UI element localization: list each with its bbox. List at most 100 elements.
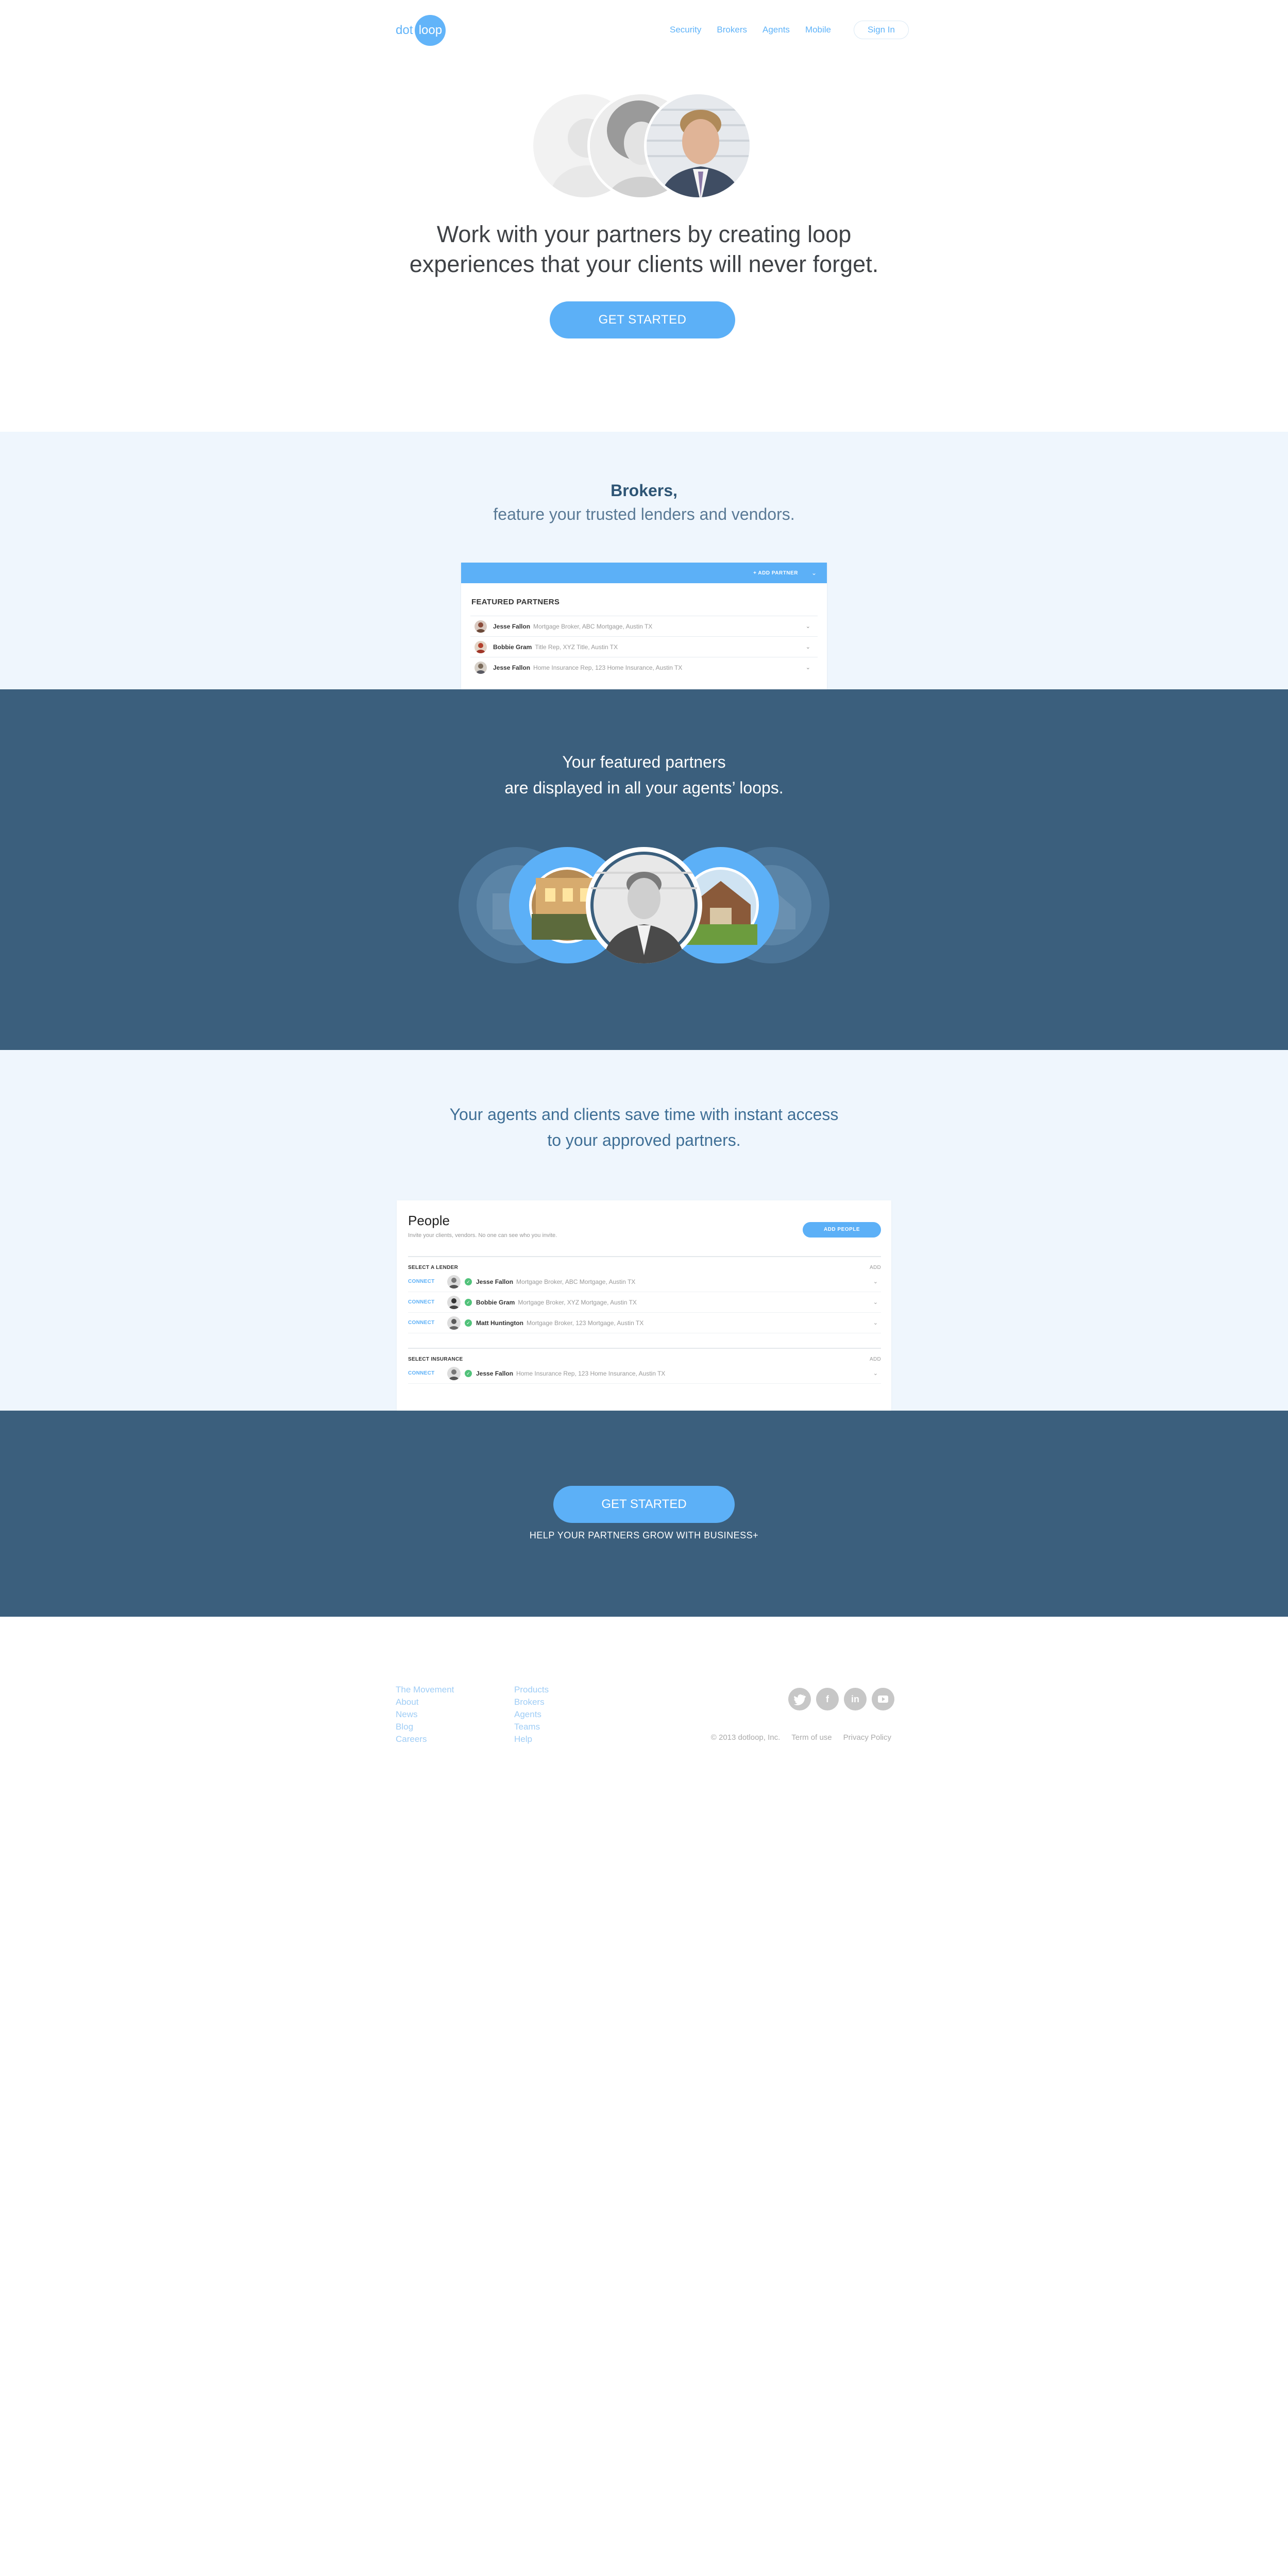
logo-dot-text: dot — [396, 23, 413, 37]
list-item: CONNECT ✓ Jesse Fallon Mortgage Broker, … — [408, 1272, 881, 1292]
nav-security[interactable]: Security — [670, 21, 701, 39]
avatar — [474, 661, 487, 674]
footer-link-news[interactable]: News — [396, 1708, 454, 1721]
connect-link[interactable]: CONNECT — [408, 1299, 447, 1305]
connect-link[interactable]: CONNECT — [408, 1320, 447, 1326]
partner-description: Mortgage Broker, ABC Mortgage, Austin TX — [533, 622, 653, 630]
featured-line-1: Your featured partners — [562, 753, 726, 771]
list-item[interactable]: Bobbie Gram Title Rep, XYZ Title, Austin… — [470, 636, 818, 657]
footer-link-help[interactable]: Help — [514, 1733, 549, 1745]
check-icon: ✓ — [465, 1369, 472, 1377]
chevron-down-icon[interactable]: ⌄ — [873, 1278, 878, 1285]
chevron-down-icon[interactable]: ⌄ — [806, 643, 810, 650]
connect-link[interactable]: CONNECT — [408, 1279, 447, 1284]
sign-in-button[interactable]: Sign In — [854, 21, 909, 39]
group-label: SELECT A LENDER — [408, 1265, 459, 1270]
group-add-link[interactable]: ADD — [870, 1357, 881, 1362]
person-name: Jesse Fallon — [476, 1278, 514, 1285]
footer-link-blog[interactable]: Blog — [396, 1721, 454, 1733]
list-item[interactable]: Jesse Fallon Home Insurance Rep, 123 Hom… — [470, 657, 818, 677]
youtube-icon[interactable] — [872, 1688, 894, 1710]
footer-legal: © 2013 dotloop, Inc. Term of use Privacy… — [700, 1733, 891, 1742]
site-footer: The Movement About News Blog Careers Pro… — [0, 1617, 1288, 1771]
agents-text: Your agents and clients save time with i… — [0, 1101, 1288, 1153]
chevron-down-icon[interactable]: ⌄ — [806, 664, 810, 671]
chevron-down-icon[interactable]: ⌄ — [806, 623, 810, 630]
check-icon: ✓ — [465, 1278, 472, 1285]
logo-loop-circle: loop — [415, 15, 446, 46]
partner-name: Jesse Fallon — [493, 664, 531, 671]
featured-partners-toolbar: + ADD PARTNER ⌄ — [461, 563, 827, 583]
insurance-group: SELECT INSURANCE ADD CONNECT ✓ Jesse Fal… — [408, 1348, 881, 1384]
people-card: People Invite your clients, vendors. No … — [397, 1200, 891, 1411]
brokers-subtitle: feature your trusted lenders and vendors… — [493, 505, 795, 523]
footer-link-products[interactable]: Products — [514, 1684, 549, 1696]
nav-agents[interactable]: Agents — [762, 21, 790, 39]
group-label: SELECT INSURANCE — [408, 1357, 463, 1362]
featured-partners-section: Your featured partners are displayed in … — [0, 689, 1288, 1050]
dotloop-logo[interactable]: dot loop — [396, 14, 446, 46]
footer-column-company: The Movement About News Blog Careers — [396, 1684, 454, 1745]
chevron-down-icon[interactable]: ⌄ — [873, 1299, 878, 1306]
footer-link-movement[interactable]: The Movement — [396, 1684, 454, 1696]
list-item[interactable]: Jesse Fallon Mortgage Broker, ABC Mortga… — [470, 616, 818, 636]
hero-section: Work with your partners by creating loop… — [0, 62, 1288, 432]
lender-group: SELECT A LENDER ADD CONNECT ✓ Jesse Fall… — [408, 1256, 881, 1333]
footer-column-products: Products Brokers Agents Teams Help — [514, 1684, 549, 1745]
featured-partners-card: + ADD PARTNER ⌄ FEATURED PARTNERS Jesse … — [461, 563, 827, 689]
person-name: Matt Huntington — [476, 1319, 523, 1327]
person-description: Mortgage Broker, ABC Mortgage, Austin TX — [516, 1278, 636, 1285]
footer-link-brokers[interactable]: Brokers — [514, 1696, 549, 1708]
avatar — [447, 1316, 461, 1330]
check-icon: ✓ — [465, 1298, 472, 1306]
list-item: CONNECT ✓ Jesse Fallon Home Insurance Re… — [408, 1363, 881, 1384]
partner-name: Bobbie Gram — [493, 643, 532, 651]
check-icon: ✓ — [465, 1319, 472, 1327]
get-started-button-bottom[interactable]: GET STARTED — [553, 1486, 735, 1523]
chevron-down-icon[interactable]: ⌄ — [873, 1370, 878, 1377]
person-description: Mortgage Broker, 123 Mortgage, Austin TX — [526, 1319, 644, 1327]
chevron-down-icon[interactable]: ⌄ — [811, 569, 817, 577]
agents-line-1: Your agents and clients save time with i… — [449, 1105, 839, 1124]
hero-partner-avatars — [531, 92, 757, 200]
add-partner-button[interactable]: + ADD PARTNER — [753, 570, 798, 576]
footer-link-about[interactable]: About — [396, 1696, 454, 1708]
chevron-down-icon[interactable]: ⌄ — [873, 1319, 878, 1326]
group-header: SELECT INSURANCE ADD — [408, 1348, 881, 1363]
twitter-icon[interactable] — [788, 1688, 811, 1710]
social-links: f in — [788, 1688, 900, 1710]
facebook-icon[interactable]: f — [816, 1688, 839, 1710]
site-header: dot loop Security Brokers Agents Mobile … — [0, 0, 1288, 62]
avatar — [447, 1275, 461, 1289]
footer-link-teams[interactable]: Teams — [514, 1721, 549, 1733]
brokers-section: Brokers, feature your trusted lenders an… — [0, 432, 1288, 689]
connect-link[interactable]: CONNECT — [408, 1370, 447, 1376]
nav-brokers[interactable]: Brokers — [717, 21, 747, 39]
cta-section: GET STARTED HELP YOUR PARTNERS GROW WITH… — [0, 1411, 1288, 1617]
terms-link[interactable]: Term of use — [791, 1733, 832, 1742]
person-name: Jesse Fallon — [476, 1369, 514, 1377]
people-subtitle: Invite your clients, vendors. No one can… — [408, 1232, 557, 1239]
footer-link-agents[interactable]: Agents — [514, 1708, 549, 1721]
privacy-link[interactable]: Privacy Policy — [843, 1733, 891, 1742]
loop-circles-illustration — [459, 847, 829, 963]
hero-headline: Work with your partners by creating loop… — [386, 219, 902, 279]
partner-name: Jesse Fallon — [493, 622, 531, 630]
add-people-button[interactable]: ADD PEOPLE — [803, 1222, 881, 1238]
person-name: Bobbie Gram — [476, 1298, 515, 1306]
linkedin-icon[interactable]: in — [844, 1688, 867, 1710]
agents-section: Your agents and clients save time with i… — [0, 1050, 1288, 1411]
copyright-text: © 2013 dotloop, Inc. — [710, 1733, 781, 1742]
person-description: Home Insurance Rep, 123 Home Insurance, … — [516, 1369, 666, 1377]
featured-partners-text: Your featured partners are displayed in … — [0, 749, 1288, 801]
avatar — [474, 620, 487, 633]
featured-line-2: are displayed in all your agents’ loops. — [504, 778, 784, 797]
featured-partners-title: FEATURED PARTNERS — [471, 598, 560, 606]
avatar — [447, 1366, 461, 1380]
group-add-link[interactable]: ADD — [870, 1265, 881, 1270]
footer-link-careers[interactable]: Careers — [396, 1733, 454, 1745]
get-started-button[interactable]: GET STARTED — [550, 301, 735, 338]
group-header: SELECT A LENDER ADD — [408, 1256, 881, 1272]
nav-mobile[interactable]: Mobile — [805, 21, 831, 39]
agents-line-2: to your approved partners. — [547, 1131, 741, 1149]
